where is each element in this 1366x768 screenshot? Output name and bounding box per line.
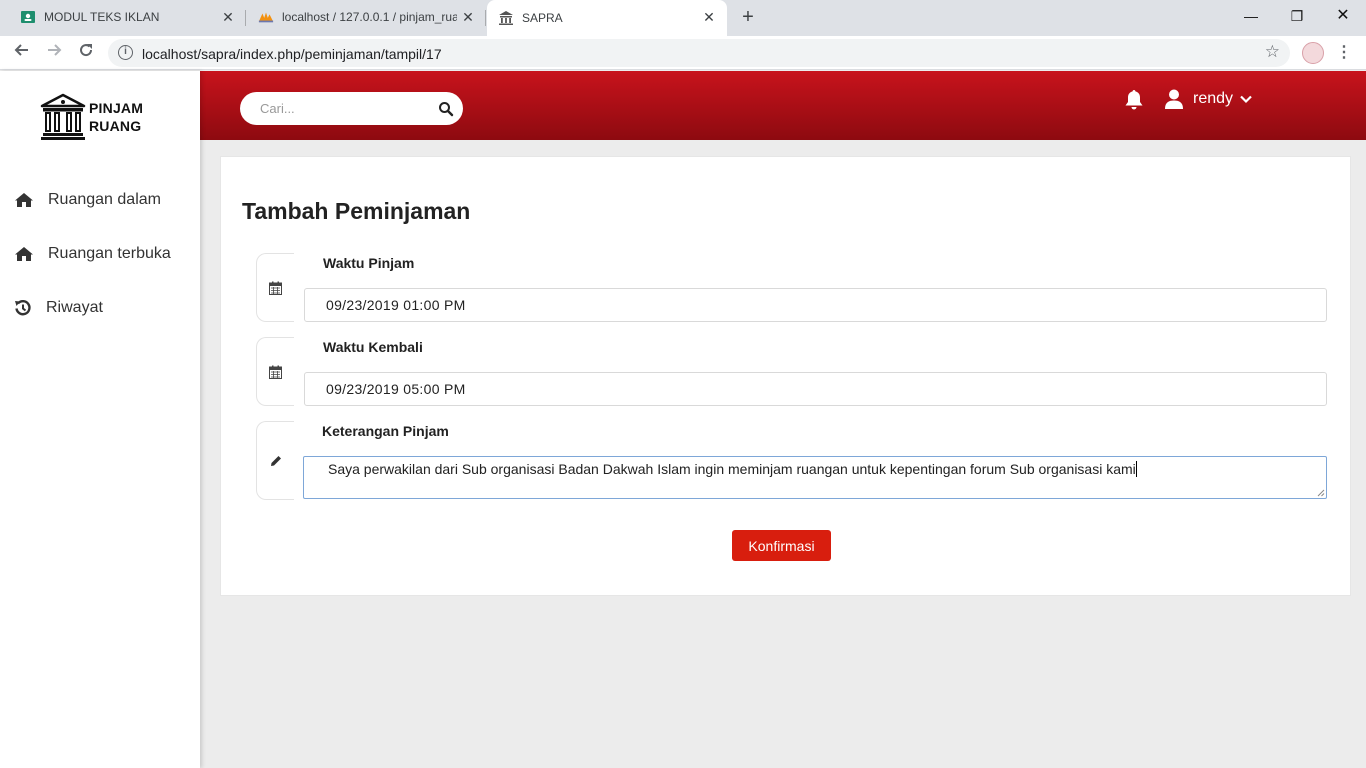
search-input[interactable] bbox=[240, 92, 430, 125]
close-icon[interactable]: ✕ bbox=[701, 9, 717, 25]
calendar-icon bbox=[269, 365, 282, 379]
keterangan-textarea[interactable]: Saya perwakilan dari Sub organisasi Bada… bbox=[303, 456, 1327, 499]
history-icon bbox=[14, 298, 34, 318]
close-icon[interactable]: ✕ bbox=[220, 9, 236, 25]
reload-button[interactable] bbox=[74, 41, 98, 65]
browser-tabstrip: MODUL TEKS IKLAN ✕ localhost / 127.0.0.1… bbox=[0, 0, 1366, 36]
page-title: Tambah Peminjaman bbox=[242, 198, 471, 224]
address-bar[interactable]: i localhost/sapra/index.php/peminjaman/t… bbox=[108, 39, 1290, 67]
form-card: Tambah Peminjaman Waktu Pinjam 09/23/201… bbox=[220, 156, 1351, 596]
sidebar-item-label: Ruangan dalam bbox=[48, 191, 161, 208]
text-caret bbox=[1135, 461, 1137, 477]
keterangan-label: Keterangan Pinjam bbox=[322, 423, 449, 439]
window-close-button[interactable]: ✕ bbox=[1323, 4, 1363, 28]
bookmark-star-icon[interactable]: ☆ bbox=[1265, 42, 1280, 62]
sidebar-item-ruangan-terbuka[interactable]: Ruangan terbuka bbox=[14, 244, 171, 264]
sidebar-item-label: Riwayat bbox=[46, 299, 103, 316]
resize-handle-icon[interactable] bbox=[1317, 489, 1325, 497]
url-text: localhost/sapra/index.php/peminjaman/tam… bbox=[142, 46, 442, 62]
info-icon[interactable]: i bbox=[118, 45, 133, 60]
browser-menu-icon[interactable]: ⋮ bbox=[1336, 42, 1352, 62]
sidebar-item-label: Ruangan terbuka bbox=[48, 245, 171, 262]
home-icon bbox=[14, 190, 36, 210]
home-icon bbox=[14, 244, 36, 264]
calendar-icon-addon bbox=[256, 337, 294, 406]
browser-toolbar: i localhost/sapra/index.php/peminjaman/t… bbox=[0, 36, 1366, 70]
new-tab-button[interactable]: + bbox=[737, 6, 759, 28]
pencil-icon-addon bbox=[256, 421, 294, 500]
close-icon[interactable]: ✕ bbox=[460, 9, 476, 25]
pencil-icon bbox=[270, 455, 281, 466]
brand-line-2: RUANG bbox=[89, 118, 142, 134]
browser-tab-1[interactable]: MODUL TEKS IKLAN ✕ bbox=[8, 0, 246, 34]
user-icon bbox=[1165, 89, 1183, 109]
arrow-right-icon bbox=[48, 44, 62, 56]
keterangan-text: Saya perwakilan dari Sub organisasi Bada… bbox=[328, 461, 1136, 477]
brand-name: PINJAM RUANG bbox=[89, 99, 143, 135]
chevron-down-icon bbox=[1240, 95, 1252, 104]
sidebar-item-ruangan-dalam[interactable]: Ruangan dalam bbox=[14, 190, 161, 210]
restore-button[interactable]: ❐ bbox=[1277, 4, 1317, 28]
brand-line-1: PINJAM bbox=[89, 100, 144, 116]
calendar-icon-addon bbox=[256, 253, 294, 322]
browser-tab-title: MODUL TEKS IKLAN bbox=[44, 10, 160, 24]
search-icon[interactable] bbox=[438, 101, 454, 117]
bell-icon[interactable] bbox=[1122, 88, 1146, 112]
bank-icon bbox=[40, 93, 86, 140]
calendar-icon bbox=[269, 281, 282, 295]
forward-button[interactable] bbox=[42, 41, 66, 65]
search-box bbox=[240, 92, 463, 125]
minimize-button[interactable]: — bbox=[1231, 4, 1271, 28]
sidebar-item-riwayat[interactable]: Riwayat bbox=[14, 298, 103, 318]
konfirmasi-button[interactable]: Konfirmasi bbox=[732, 530, 831, 561]
sidebar: PINJAM RUANG Ruangan dalam Ruangan terbu… bbox=[0, 71, 200, 768]
arrow-left-icon bbox=[14, 44, 28, 56]
app-header: rendy bbox=[200, 71, 1366, 140]
profile-avatar[interactable] bbox=[1302, 42, 1324, 64]
back-button[interactable] bbox=[10, 41, 34, 65]
classroom-icon bbox=[20, 9, 36, 25]
bank-icon bbox=[498, 10, 514, 26]
waktu-pinjam-input[interactable]: 09/23/2019 01:00 PM bbox=[304, 288, 1327, 322]
reload-icon bbox=[80, 44, 93, 57]
browser-tab-2[interactable]: localhost / 127.0.0.1 / pinjam_rua ✕ bbox=[248, 0, 486, 34]
username: rendy bbox=[1193, 90, 1234, 107]
phpmyadmin-icon bbox=[258, 9, 274, 25]
waktu-pinjam-label: Waktu Pinjam bbox=[323, 255, 415, 271]
user-menu[interactable]: rendy bbox=[1163, 88, 1253, 110]
browser-tab-title: SAPRA bbox=[522, 11, 563, 25]
waktu-kembali-input[interactable]: 09/23/2019 05:00 PM bbox=[304, 372, 1327, 406]
browser-tab-title: localhost / 127.0.0.1 / pinjam_rua bbox=[282, 10, 457, 24]
waktu-kembali-label: Waktu Kembali bbox=[323, 339, 423, 355]
brand-logo[interactable]: PINJAM RUANG bbox=[40, 93, 143, 141]
browser-tab-3[interactable]: SAPRA ✕ bbox=[487, 0, 727, 36]
